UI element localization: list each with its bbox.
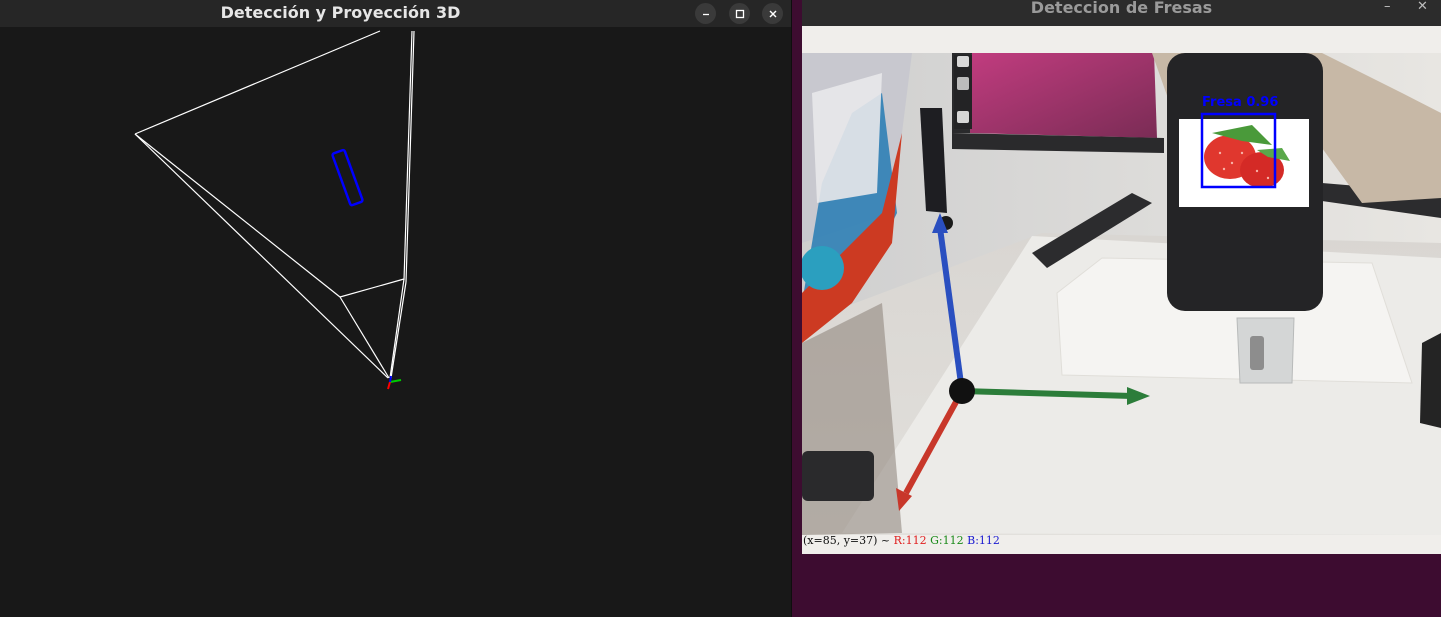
pixel-green-value: G:112 (930, 534, 964, 547)
titlebar[interactable]: Deteccion de Fresas – ✕ (802, 0, 1441, 26)
projection-canvas[interactable] (0, 27, 791, 617)
window-title: Deteccion de Fresas (1030, 0, 1213, 17)
titlebar[interactable]: Detección y Proyección 3D (0, 0, 791, 27)
desktop: Detección y Proyección 3D Deteccion de F… (0, 0, 1441, 617)
close-icon (769, 10, 776, 17)
toolbar-area (802, 26, 1441, 53)
minimize-button[interactable] (695, 3, 716, 24)
window-3d-projection: Detección y Proyección 3D (0, 0, 791, 617)
cursor-coords: (x=85, y=37) ~ (803, 534, 891, 547)
window-divider (791, 0, 792, 617)
pixel-red-value: R:112 (893, 534, 927, 547)
window-title: Detección y Proyección 3D (220, 3, 461, 22)
camera-image: Fresa 0.96 (802, 53, 1441, 535)
maximize-icon (735, 9, 744, 18)
close-button[interactable]: ✕ (1417, 0, 1428, 14)
camera-feed[interactable]: Fresa 0.96 (802, 53, 1441, 535)
pixel-blue-value: B:112 (967, 534, 1000, 547)
window-strawberry-detection: Deteccion de Fresas – ✕ Fresa 0.96 (x=85… (802, 0, 1441, 554)
minimize-button[interactable]: – (1384, 0, 1391, 14)
close-button[interactable] (762, 3, 783, 24)
minimize-icon (702, 13, 709, 15)
maximize-button[interactable] (729, 3, 750, 24)
detection-label: Fresa 0.96 (1202, 95, 1278, 110)
pixel-status-bar: (x=85, y=37) ~ R:112 G:112 B:112 (802, 535, 1441, 554)
